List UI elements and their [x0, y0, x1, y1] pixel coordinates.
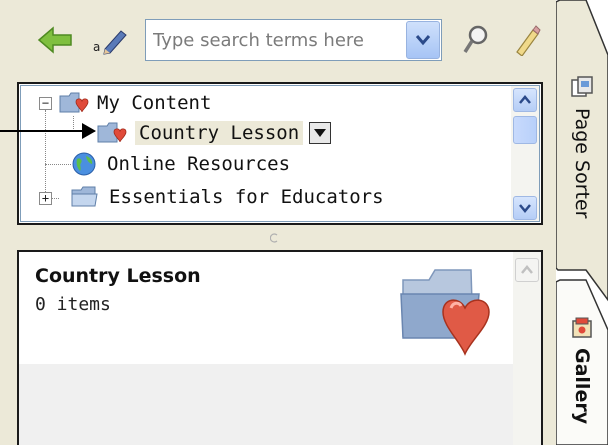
chevron-down-icon — [519, 204, 531, 213]
search-box[interactable] — [145, 19, 442, 61]
tree-item-my-content[interactable]: My Content — [59, 88, 211, 118]
callout-arrow-line — [0, 130, 84, 132]
svg-text:a: a — [93, 40, 100, 54]
gallery-header: Country Lesson 0 items — [19, 252, 513, 364]
tree-item-label: Country Lesson — [135, 121, 304, 145]
page-sorter-icon — [571, 76, 593, 97]
chevron-up-icon — [521, 265, 533, 274]
tree-item-label: Online Resources — [107, 153, 291, 175]
gallery-item-count: 0 items — [35, 294, 111, 315]
tree-item-label: My Content — [97, 92, 212, 114]
triangle-down-icon — [314, 129, 327, 137]
tab-label: Gallery — [571, 348, 593, 425]
callout-arrow-head — [82, 123, 96, 139]
tree-item-label: Essentials for Educators — [109, 186, 384, 208]
scroll-down-button[interactable] — [513, 196, 537, 220]
tree-scrollbar[interactable] — [511, 86, 539, 221]
edit-search-button[interactable] — [508, 22, 544, 58]
pencil-icon — [516, 25, 541, 56]
globe-icon — [72, 152, 96, 176]
library-panel: a − — [0, 0, 556, 445]
tree-item-online-resources[interactable]: Online Resources — [71, 149, 290, 179]
scroll-up-button[interactable] — [513, 88, 537, 112]
side-tab-strip: Page Sorter Gallery — [556, 0, 608, 445]
back-arrow-icon — [37, 26, 72, 54]
grip-icon — [269, 233, 278, 243]
folder-heart-icon — [59, 92, 89, 113]
magnifier-icon — [463, 25, 488, 53]
chevron-down-icon — [415, 35, 431, 46]
scroll-up-button[interactable] — [515, 258, 539, 282]
tree-guide-line — [45, 110, 46, 198]
search-history-dropdown[interactable] — [406, 21, 440, 59]
scroll-thumb[interactable] — [513, 116, 537, 144]
gallery-icon — [572, 317, 592, 338]
gallery-panel: Country Lesson 0 items — [17, 250, 543, 445]
rename-button[interactable]: a — [90, 26, 130, 56]
folder-heart-icon — [400, 269, 490, 356]
search-button[interactable] — [458, 22, 494, 58]
tree-guide-line — [45, 164, 71, 165]
gallery-scrollbar[interactable] — [513, 252, 541, 445]
folder-heart-icon — [97, 122, 127, 143]
content-tree: − My Content Country Lesson Online Resou… — [17, 82, 543, 225]
tree-item-essentials-for-educators[interactable]: Essentials for Educators — [71, 182, 384, 212]
tree-collapse-toggle[interactable]: − — [39, 97, 52, 110]
rename-pen-icon: a — [93, 30, 127, 55]
tab-page-sorter[interactable]: Page Sorter — [556, 76, 608, 218]
tree-expand-toggle[interactable]: + — [39, 192, 52, 205]
tab-gallery[interactable]: Gallery — [556, 316, 608, 424]
tree-guide-line — [73, 116, 74, 131]
tree-area: − My Content Country Lesson Online Resou… — [20, 85, 540, 222]
search-input[interactable] — [146, 21, 401, 59]
gallery-items-area — [19, 364, 513, 445]
chevron-up-icon — [519, 95, 531, 104]
tab-label: Page Sorter — [571, 108, 593, 219]
back-button[interactable] — [36, 24, 74, 56]
folder-icon — [71, 186, 98, 207]
gallery-title: Country Lesson — [35, 265, 201, 287]
item-menu-dropdown[interactable] — [309, 122, 332, 144]
tree-item-country-lesson[interactable]: Country Lesson — [97, 118, 332, 148]
panel-splitter-handle[interactable] — [269, 233, 280, 243]
